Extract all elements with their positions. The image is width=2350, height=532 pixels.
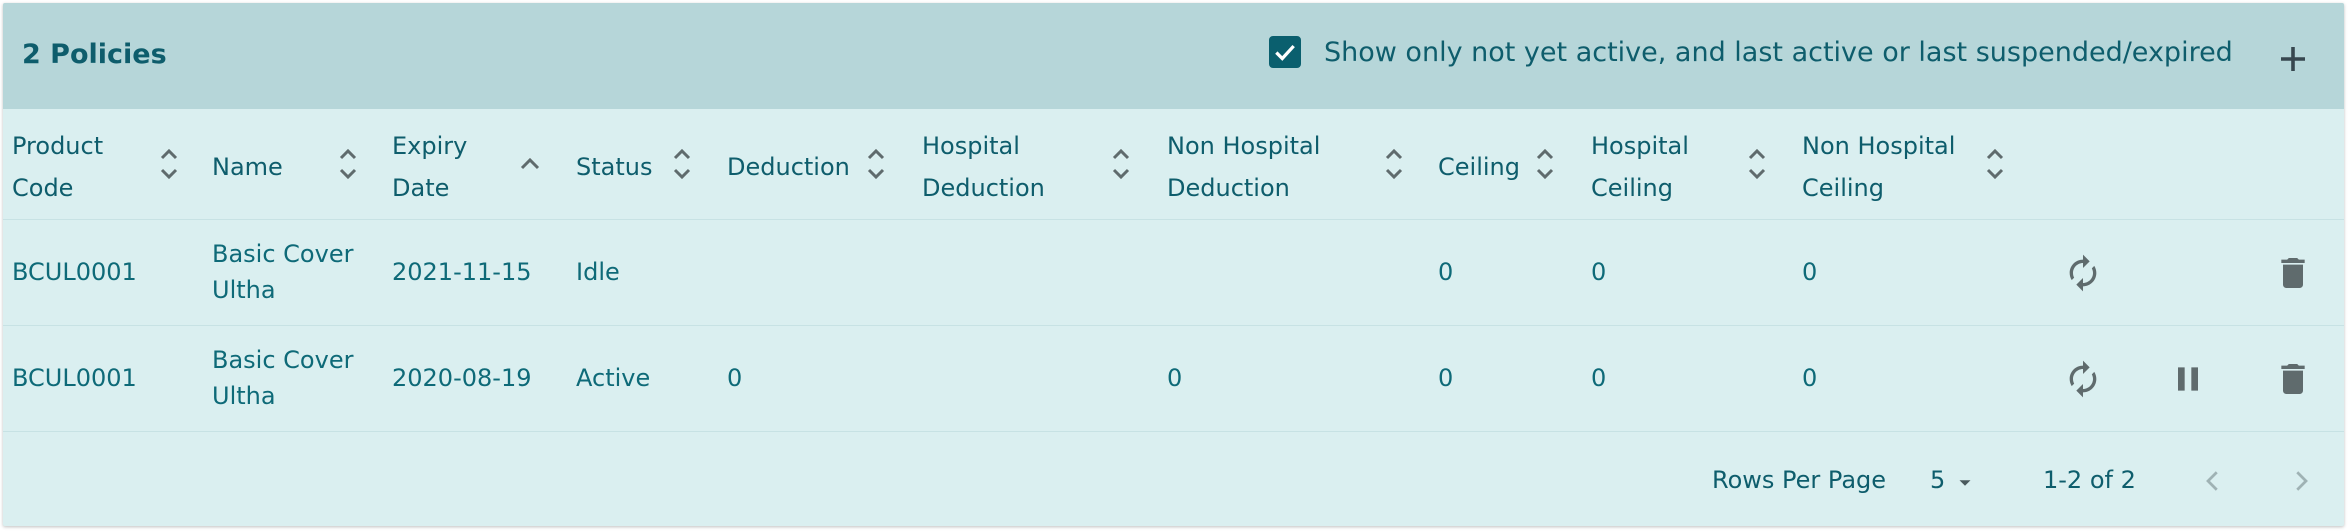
panel-header: 2 Policies Show only not yet active, and…: [3, 3, 2344, 109]
sort-icon[interactable]: [337, 144, 359, 184]
cell-ceiling: 0: [1438, 364, 1454, 392]
refresh-icon[interactable]: [2063, 359, 2103, 399]
cell-name: Basic Cover Ultha: [212, 346, 354, 410]
rows-per-page-value: 5: [1930, 466, 1946, 494]
check-icon: [1275, 44, 1295, 61]
delete-icon[interactable]: [2273, 253, 2313, 293]
cell-expiry-date: 2020-08-19: [392, 364, 532, 392]
sort-icon[interactable]: [671, 144, 693, 184]
table-header-row: Product Code Name Expiry Date Status Deduc…: [3, 109, 2344, 220]
cell-product-code: BCUL0001: [12, 258, 137, 286]
table-row[interactable]: BCUL0001 Basic Cover Ultha 2021-11-15 Idl…: [3, 220, 2344, 326]
pause-icon[interactable]: [2168, 359, 2208, 399]
previous-page-icon[interactable]: [2198, 466, 2228, 496]
cell-status: Idle: [576, 258, 620, 286]
sort-icon[interactable]: [1110, 144, 1132, 184]
cell-non-hospital-ceiling: 0: [1802, 364, 1818, 392]
filter-checkbox[interactable]: [1269, 36, 1301, 68]
cell-deduction: 0: [727, 364, 743, 392]
rows-per-page-select[interactable]: 5: [1928, 458, 1984, 504]
cell-non-hospital-ceiling: 0: [1802, 258, 1818, 286]
column-header-non-hospital-ceiling[interactable]: Non Hospital Ceiling: [1802, 125, 1955, 209]
cell-product-code: BCUL0001: [12, 364, 137, 392]
rows-per-page-label: Rows Per Page: [1712, 466, 1887, 494]
sort-icon[interactable]: [158, 144, 180, 184]
next-page-icon[interactable]: [2286, 466, 2316, 496]
cell-ceiling: 0: [1438, 258, 1454, 286]
column-header-name[interactable]: Name: [212, 146, 283, 188]
column-header-expiry-date[interactable]: Expiry Date: [392, 125, 467, 209]
sort-icon[interactable]: [1534, 144, 1556, 184]
sort-icon[interactable]: [1746, 144, 1768, 184]
column-header-status[interactable]: Status: [576, 146, 652, 188]
refresh-icon[interactable]: [2063, 253, 2103, 293]
cell-hospital-ceiling: 0: [1591, 258, 1607, 286]
sort-icon[interactable]: [1383, 144, 1405, 184]
pagination-bar: Rows Per Page 5 1-2 of 2: [3, 434, 2344, 526]
dropdown-arrow-icon: [1959, 480, 1971, 486]
table-row[interactable]: BCUL0001 Basic Cover Ultha 2020-08-19 Act…: [3, 326, 2344, 432]
cell-non-hospital-deduction: 0: [1167, 364, 1183, 392]
pagination-range: 1-2 of 2: [2043, 466, 2136, 494]
column-header-deduction[interactable]: Deduction: [727, 146, 850, 188]
cell-name: Basic Cover Ultha: [212, 240, 354, 304]
policies-panel: 2 Policies Show only not yet active, and…: [3, 3, 2344, 526]
column-header-hospital-deduction[interactable]: Hospital Deduction: [922, 125, 1045, 209]
column-header-non-hospital-deduction[interactable]: Non Hospital Deduction: [1167, 125, 1320, 209]
sort-icon[interactable]: [865, 144, 887, 184]
delete-icon[interactable]: [2273, 359, 2313, 399]
column-header-ceiling[interactable]: Ceiling: [1438, 146, 1520, 188]
sort-ascending-icon[interactable]: [519, 144, 541, 184]
column-header-hospital-ceiling[interactable]: Hospital Ceiling: [1591, 125, 1689, 209]
cell-expiry-date: 2021-11-15: [392, 258, 532, 286]
panel-title: 2 Policies: [22, 39, 167, 70]
cell-hospital-ceiling: 0: [1591, 364, 1607, 392]
sort-icon[interactable]: [1984, 144, 2006, 184]
column-header-product-code[interactable]: Product Code: [12, 125, 103, 209]
add-icon[interactable]: [2275, 41, 2311, 77]
cell-status: Active: [576, 364, 651, 392]
filter-label: Show only not yet active, and last activ…: [1324, 37, 2233, 68]
